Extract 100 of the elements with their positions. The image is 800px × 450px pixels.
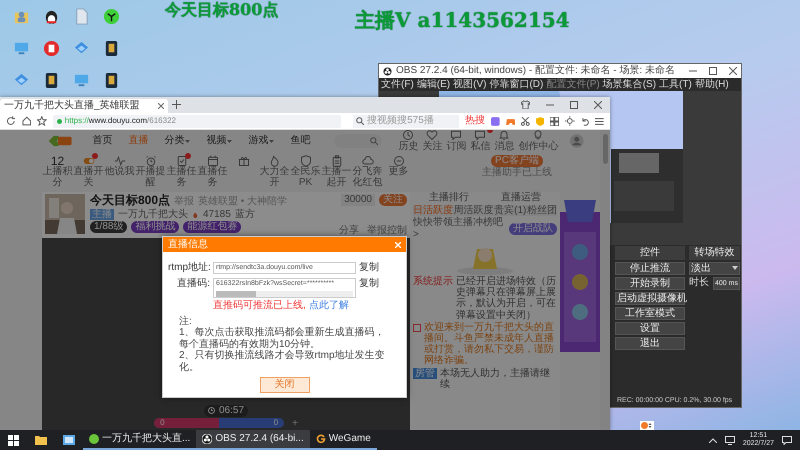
- chat-message: 已经开启进场特效（历史弹幕只在弹幕屏上展示，默认为开启，可在弹幕设置中关闭）: [456, 276, 557, 321]
- dialog-title: 直播信息: [168, 238, 208, 250]
- site-search-field[interactable]: [334, 134, 382, 148]
- chat-message: 欢迎来到一万九千把大头的直播间。斗鱼严禁未成年人直播或打赏，请勿私下交易，谨防网络诈骗。: [424, 322, 555, 366]
- network-icon[interactable]: [724, 436, 735, 444]
- nav-link[interactable]: 首页: [92, 135, 112, 147]
- note-text: 2、只有切换推流线路才会导致rtmp地址发生变化。: [179, 350, 386, 374]
- star-icon[interactable]: [37, 116, 47, 126]
- cloud-icon: [362, 155, 374, 167]
- obs-logo-icon: [383, 66, 392, 76]
- close-icon[interactable]: [729, 67, 737, 75]
- toolbar-item-label[interactable]: 上播积分: [42, 167, 73, 188]
- lock-icon: [56, 118, 62, 124]
- browser-tab[interactable]: 一万九千把大头直播_英雄联盟: [0, 99, 168, 113]
- nav-link[interactable]: 鱼吧: [290, 135, 310, 147]
- follow-button[interactable]: 关注: [379, 194, 407, 206]
- nav-link[interactable]: 分类: [164, 135, 190, 147]
- timer-badge: 06:57: [204, 404, 248, 416]
- caret-icon: [732, 266, 738, 270]
- follower-count: 30000: [341, 194, 375, 206]
- note-text: 1、每次点击获取推流码都会重新生成直播码，每个直播码的有效期为10分钟。: [179, 327, 386, 350]
- menu-item[interactable]: 停靠窗口(D): [489, 78, 544, 90]
- notification-icon[interactable]: [782, 436, 792, 444]
- search-icon: [356, 117, 364, 125]
- share-link[interactable]: 分享: [339, 224, 359, 236]
- toolbar-item-label[interactable]: 大力全开: [259, 167, 290, 188]
- menu-item[interactable]: 文件(F): [381, 78, 414, 90]
- search-field[interactable]: 搜视频搜575播: [353, 114, 459, 128]
- control-button[interactable]: 停止推流: [615, 262, 685, 274]
- home-icon[interactable]: [22, 116, 32, 126]
- clock-icon: [208, 407, 215, 414]
- wegame-icon: [316, 434, 326, 444]
- report-link[interactable]: 举报: [174, 196, 194, 208]
- tag[interactable]: 1/88级: [90, 221, 128, 234]
- file-explorer-icon[interactable]: [35, 435, 47, 445]
- heart-icon: [426, 130, 438, 142]
- chat-message: 本场无人助力，主播请继续: [440, 368, 551, 390]
- header-link[interactable]: 关注: [422, 141, 442, 153]
- toolbar-item-label[interactable]: 直播开关: [73, 167, 104, 188]
- toolbar-item-label[interactable]: 更多: [383, 167, 414, 178]
- control-button[interactable]: 设置: [615, 322, 685, 334]
- menu-item[interactable]: 编辑(E): [416, 78, 450, 90]
- field-label: 直播码:: [176, 278, 210, 290]
- streamer-name: 一万九千把大头: [118, 208, 188, 220]
- close-button[interactable]: 关闭: [260, 377, 310, 393]
- nav-link[interactable]: 游戏: [248, 135, 274, 147]
- nav-link[interactable]: 直播: [128, 135, 148, 147]
- panel-header: 转场特效: [689, 246, 740, 260]
- new-tab-icon[interactable]: [172, 100, 181, 109]
- address-bar[interactable]: https://www.douyu.com/616322: [52, 114, 342, 128]
- control-button[interactable]: 启动虚拟摄像机: [615, 292, 685, 304]
- team-text: 蓝方: [234, 208, 255, 220]
- score-text: 0: [274, 418, 278, 428]
- taskbar-app[interactable]: WeGame: [310, 430, 377, 450]
- team-button[interactable]: 开启战队: [509, 222, 557, 234]
- menu-item[interactable]: 视图(V): [453, 78, 486, 90]
- close-icon[interactable]: [158, 103, 164, 109]
- heat-value: 47185: [203, 208, 231, 220]
- caret-icon: [269, 140, 274, 142]
- toggle-icon: [82, 155, 94, 167]
- learn-more-link[interactable]: 点此了解: [308, 300, 349, 312]
- toolbar-item-label[interactable]: 全民乐PK: [290, 167, 321, 188]
- tag[interactable]: 福利挑战: [131, 221, 180, 234]
- alarm-clock-icon: [144, 155, 156, 167]
- copy-link[interactable]: 复制: [359, 278, 379, 290]
- round-app-icon[interactable]: [102, 8, 120, 25]
- maximize-icon[interactable]: [709, 67, 717, 75]
- windows-start-icon[interactable]: [8, 434, 19, 446]
- floating-widget-icon[interactable]: [640, 421, 654, 430]
- control-button[interactable]: 退出: [615, 336, 685, 350]
- calendar-icon: [206, 155, 218, 167]
- copy-link[interactable]: 复制: [359, 262, 379, 274]
- reload-icon[interactable]: [6, 116, 16, 126]
- toolbar-item-label[interactable]: 开播提醒: [135, 167, 166, 188]
- menu-item[interactable]: 工具(T): [659, 78, 692, 90]
- flame-icon: [192, 210, 199, 219]
- menu-item[interactable]: 场景集合(S): [602, 78, 656, 90]
- toolbar-item-label[interactable]: 他说我: [104, 167, 135, 178]
- taskbar-app[interactable]: OBS 27.2.4 (64-bi...: [196, 430, 310, 450]
- chevron-up-icon[interactable]: [708, 438, 717, 442]
- nav-link[interactable]: 视频: [206, 135, 232, 147]
- obs-logo-icon: [202, 434, 212, 444]
- tag[interactable]: 能源红包赛: [183, 221, 242, 234]
- toolbar-item-label[interactable]: 直播任务: [197, 167, 228, 188]
- toolbar-item-label[interactable]: 主播任务: [166, 167, 197, 188]
- control-button[interactable]: 工作室模式: [615, 306, 685, 320]
- report-link[interactable]: 举报控制: [367, 224, 407, 236]
- score-text: 0: [160, 418, 165, 428]
- menu-item[interactable]: 帮助(H): [694, 78, 729, 90]
- notice-icon: [413, 324, 421, 332]
- header-link[interactable]: 历史: [398, 141, 418, 153]
- transition-dropdown[interactable]: 淡出: [689, 262, 740, 274]
- toolbar-item-label[interactable]: 主播一起开: [321, 167, 352, 188]
- caret-icon: [185, 140, 190, 142]
- control-button[interactable]: 开始录制: [615, 276, 685, 290]
- hint-text: 快快带领主播冲榜吧 >: [413, 217, 504, 240]
- flame-icon: [268, 155, 280, 167]
- add-button[interactable]: +: [292, 418, 298, 429]
- caret-icon: [227, 140, 232, 142]
- toolbar-item-label[interactable]: 分飞奔化红包: [352, 167, 383, 188]
